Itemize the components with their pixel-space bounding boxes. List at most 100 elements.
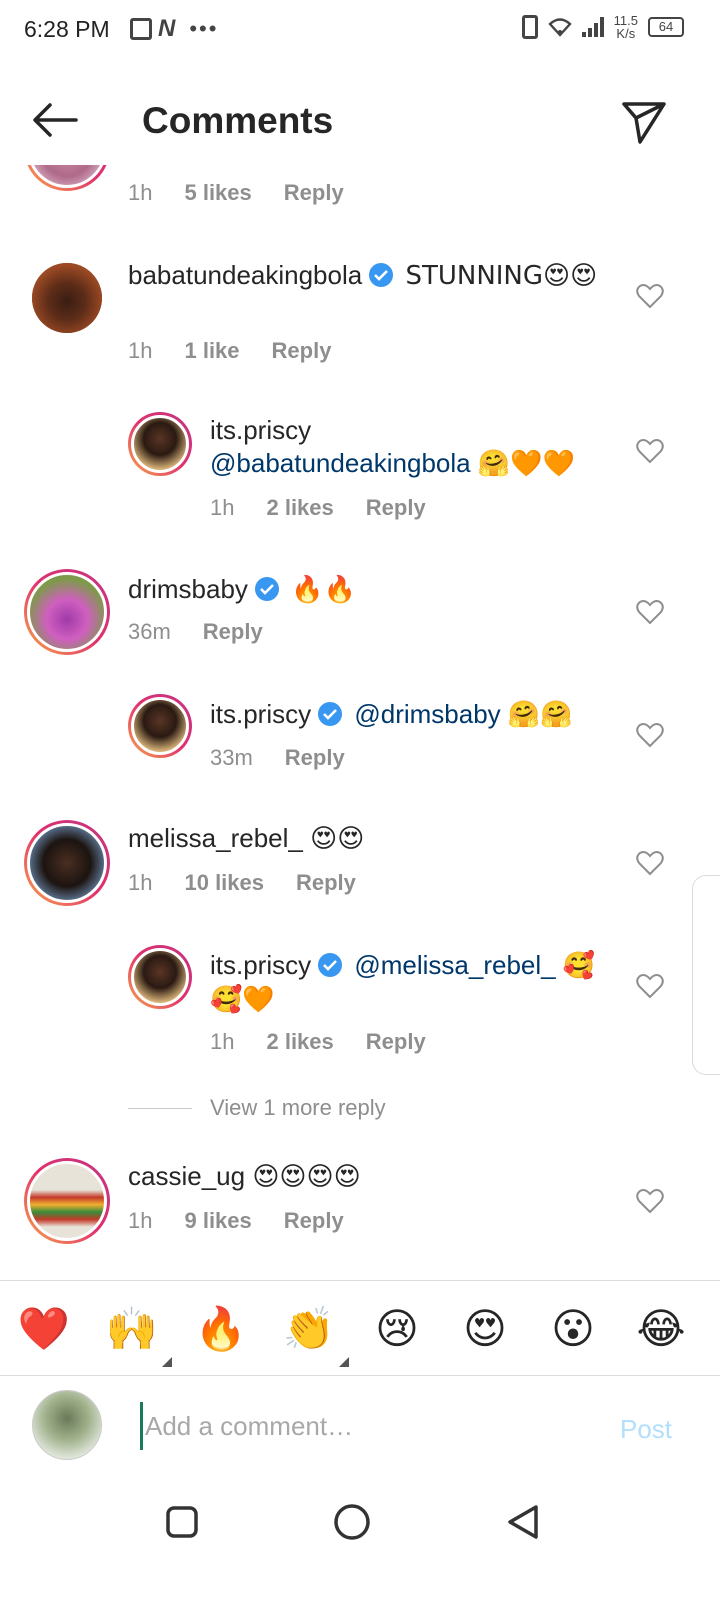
- reply-button[interactable]: Reply: [284, 180, 344, 206]
- like-count[interactable]: 9 likes: [184, 1208, 251, 1234]
- comment-username[interactable]: cassie_ug: [128, 1161, 245, 1191]
- verified-badge-icon: [318, 702, 343, 726]
- comment-username[interactable]: melissa_rebel_: [128, 823, 303, 853]
- quick-emoji-bar: ❤️ 🙌 🔥 👏 😢 😍 😮 😂: [0, 1280, 720, 1376]
- like-count[interactable]: 2 likes: [266, 495, 333, 521]
- skin-tone-indicator: [339, 1357, 349, 1367]
- reply-button[interactable]: Reply: [296, 870, 356, 896]
- emoji-red-heart[interactable]: ❤️: [14, 1299, 74, 1359]
- heart-outline-icon[interactable]: [636, 438, 664, 464]
- like-count[interactable]: 1 like: [184, 338, 239, 364]
- post-button[interactable]: Post: [620, 1414, 672, 1445]
- avatar[interactable]: [128, 945, 192, 1009]
- app-n-notification-icon: N: [158, 15, 176, 42]
- reply-button[interactable]: Reply: [285, 745, 345, 771]
- reply-button[interactable]: Reply: [272, 338, 332, 364]
- like-count[interactable]: 5 likes: [184, 180, 251, 206]
- comment-text: drimsbaby 🔥🔥: [128, 573, 608, 607]
- emoji-fire[interactable]: 🔥: [191, 1299, 251, 1359]
- comment-username[interactable]: its.priscy: [210, 699, 311, 729]
- avatar[interactable]: [32, 263, 102, 333]
- comment-meta: 1h 9 likes Reply: [128, 1208, 376, 1234]
- comment-content: STUNNING😍😍: [405, 261, 598, 291]
- heart-outline-icon[interactable]: [636, 722, 664, 748]
- comment-text: its.priscy @babatundeakingbola 🤗🧡🧡: [210, 414, 610, 481]
- comment-time: 33m: [210, 745, 253, 770]
- comment-content: 😍😍😍😍: [252, 1162, 361, 1192]
- like-count[interactable]: 10 likes: [184, 870, 264, 896]
- back-triangle-icon[interactable]: [504, 1502, 544, 1542]
- comment-time: 36m: [128, 619, 171, 644]
- emoji-crying-face[interactable]: 😢: [367, 1299, 427, 1359]
- comment-content: 🔥🔥: [291, 575, 356, 605]
- comment-content: 😍😍: [310, 824, 365, 854]
- verified-badge-icon: [369, 263, 394, 287]
- comment-text: babatundeakingbola STUNNING😍😍: [128, 259, 608, 293]
- comment-mention[interactable]: @drimsbaby: [354, 699, 500, 729]
- comment-meta: 1h 5 likes Reply: [128, 180, 376, 206]
- reply-button[interactable]: Reply: [366, 1029, 426, 1055]
- status-indicators: 11.5 K/s 64: [521, 14, 684, 40]
- send-icon[interactable]: [620, 98, 668, 146]
- avatar[interactable]: [128, 694, 192, 758]
- heart-outline-icon[interactable]: [636, 283, 664, 309]
- comments-list[interactable]: 1h 5 likes Reply babatundeakingbola STUN…: [0, 165, 720, 1277]
- view-more-replies[interactable]: View 1 more reply: [128, 1095, 386, 1121]
- comment-username[interactable]: its.priscy: [210, 414, 610, 447]
- comment-mention[interactable]: @babatundeakingbola: [210, 448, 471, 478]
- heart-outline-icon[interactable]: [636, 850, 664, 876]
- avatar[interactable]: [24, 569, 110, 655]
- wifi-icon: [547, 18, 572, 37]
- comment-time: 1h: [210, 1029, 235, 1054]
- home-icon[interactable]: [332, 1502, 372, 1542]
- emoji-heart-eyes[interactable]: 😍: [455, 1299, 515, 1359]
- notification-icons: N •••: [130, 15, 219, 42]
- emoji-raising-hands[interactable]: 🙌: [102, 1299, 172, 1367]
- comment-meta: 1h 1 like Reply: [128, 338, 363, 364]
- heart-outline-icon[interactable]: [636, 973, 664, 999]
- like-count[interactable]: 2 likes: [266, 1029, 333, 1055]
- comment-content: 🤗🧡🧡: [477, 449, 575, 479]
- comment-text: cassie_ug 😍😍😍😍: [128, 1160, 608, 1194]
- page-title: Comments: [142, 100, 334, 141]
- comment-time: 1h: [128, 180, 153, 205]
- comment-username[interactable]: drimsbaby: [128, 574, 248, 604]
- back-arrow-icon[interactable]: [30, 100, 80, 140]
- reply-button[interactable]: Reply: [203, 619, 263, 645]
- comment-time: 1h: [210, 495, 235, 520]
- status-time: 6:28 PM: [24, 16, 110, 42]
- comment-meta: 36m Reply: [128, 619, 295, 645]
- comment-username[interactable]: its.priscy: [210, 950, 311, 980]
- emoji-raising-hands-glyph: 🙌: [105, 1304, 159, 1353]
- emoji-surprised-face[interactable]: 😮: [543, 1299, 603, 1359]
- comment-mention[interactable]: @melissa_rebel_: [354, 950, 555, 980]
- reply-button[interactable]: Reply: [284, 1208, 344, 1234]
- emoji-clapping-hands[interactable]: 👏: [279, 1299, 349, 1367]
- comment-meta: 1h 2 likes Reply: [210, 495, 458, 521]
- recent-apps-icon[interactable]: [162, 1502, 202, 1542]
- more-notifications-icon: •••: [189, 16, 219, 41]
- avatar[interactable]: [128, 412, 192, 476]
- comment-text: its.priscy @drimsbaby 🤗🤗: [210, 698, 610, 732]
- system-nav-bar: [0, 1476, 720, 1600]
- heart-outline-icon[interactable]: [636, 1188, 664, 1214]
- emoji-tears-of-joy[interactable]: 😂: [631, 1299, 691, 1359]
- edge-panel-handle[interactable]: [692, 875, 720, 1075]
- view-more-label[interactable]: View 1 more reply: [210, 1095, 386, 1121]
- comment-time: 1h: [128, 870, 153, 895]
- heart-outline-icon[interactable]: [636, 599, 664, 625]
- comment-time: 1h: [128, 1208, 153, 1233]
- signal-icon: [581, 17, 604, 37]
- avatar[interactable]: [24, 1158, 110, 1244]
- message-notification-icon: [130, 18, 152, 40]
- avatar[interactable]: [24, 820, 110, 906]
- status-bar: 6:28 PM N ••• 11.5 K/s 64: [0, 0, 720, 64]
- add-comment-input[interactable]: [140, 1402, 580, 1450]
- network-speed: 11.5 K/s: [614, 14, 638, 40]
- verified-badge-icon: [318, 953, 343, 977]
- reply-button[interactable]: Reply: [366, 495, 426, 521]
- avatar[interactable]: [24, 165, 110, 191]
- skin-tone-indicator: [162, 1357, 172, 1367]
- comment-username[interactable]: babatundeakingbola: [128, 260, 362, 290]
- verified-badge-icon: [254, 577, 279, 601]
